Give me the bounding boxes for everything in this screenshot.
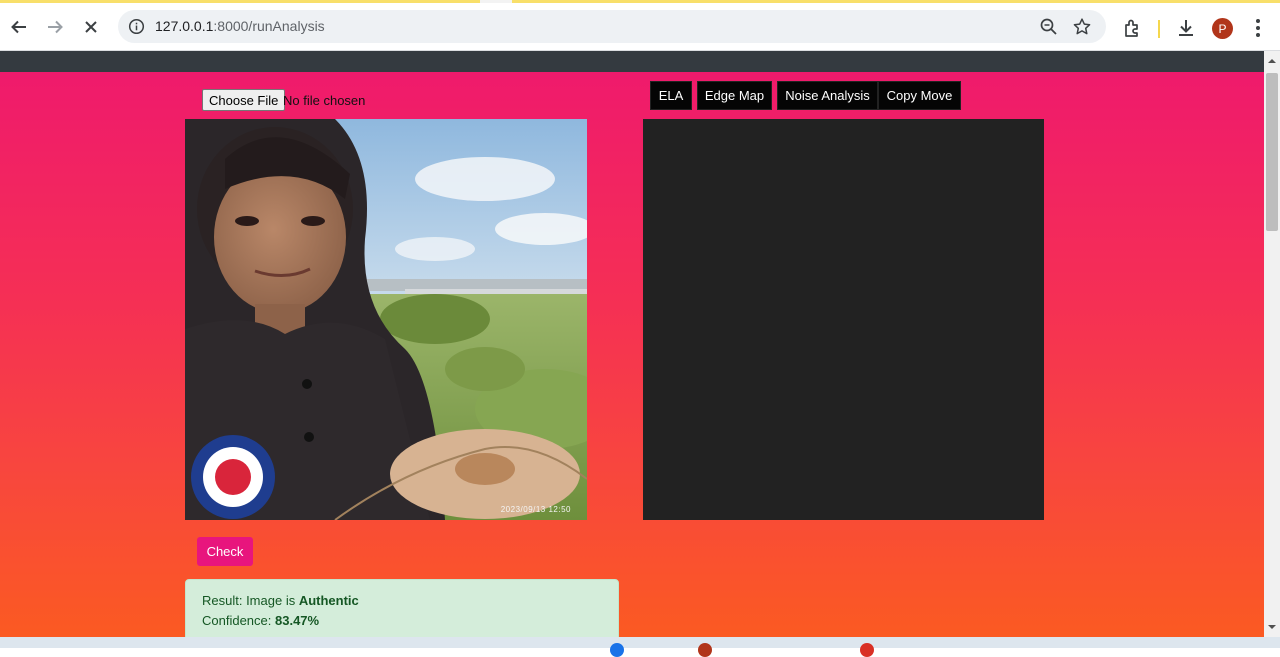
confidence-line: Confidence: 83.47%	[202, 611, 602, 631]
choose-file-button[interactable]: Choose File	[202, 89, 286, 111]
tab-edge-map[interactable]: Edge Map	[697, 81, 772, 110]
back-button[interactable]	[7, 15, 31, 39]
confidence-prefix: Confidence:	[202, 612, 275, 628]
extensions-icon[interactable]	[1122, 17, 1144, 39]
result-value: Authentic	[298, 593, 359, 608]
tab-copy-move[interactable]: Copy Move	[878, 81, 961, 110]
result-alert: Result: Image is Authentic Confidence: 8…	[185, 579, 619, 637]
top-navbar	[0, 51, 1264, 72]
taskbar-app-icon[interactable]	[610, 643, 624, 657]
check-button[interactable]: Check	[197, 537, 253, 566]
result-prefix: Result: Image is	[202, 593, 299, 608]
stop-loading-button[interactable]	[79, 15, 103, 39]
forward-button[interactable]	[43, 15, 67, 39]
url-path: :8000/runAnalysis	[213, 18, 325, 34]
taskbar-app-icon[interactable]	[860, 643, 874, 657]
page-viewport: Choose File No file chosen 2023/09/13 12…	[0, 51, 1264, 637]
os-taskbar	[0, 637, 1280, 657]
scroll-thumb[interactable]	[1266, 73, 1278, 231]
result-line: Result: Image is Authentic	[202, 591, 602, 611]
close-icon	[85, 21, 97, 33]
download-icon[interactable]	[1175, 17, 1197, 39]
scroll-down-icon[interactable]	[1268, 623, 1276, 631]
analysis-output-pane	[643, 119, 1044, 520]
file-status-text: No file chosen	[283, 93, 366, 108]
page-scrollbar[interactable]	[1264, 51, 1280, 637]
confidence-value: 83.47%	[275, 612, 320, 628]
scroll-up-icon[interactable]	[1268, 57, 1276, 65]
tab-ela[interactable]: ELA	[650, 81, 692, 110]
arrow-left-icon	[11, 20, 26, 34]
profile-avatar[interactable]: P	[1212, 18, 1233, 39]
browser-toolbar: 127.0.0.1:8000/runAnalysis P	[0, 3, 1280, 51]
url-host: 127.0.0.1	[155, 18, 214, 34]
star-icon[interactable]	[1072, 17, 1092, 37]
taskbar-app-icon[interactable]	[698, 643, 712, 657]
url-text[interactable]: 127.0.0.1:8000/runAnalysis	[155, 18, 325, 34]
more-menu-icon[interactable]	[1250, 17, 1266, 39]
tab-noise-analysis[interactable]: Noise Analysis	[777, 81, 878, 110]
zoom-icon[interactable]	[1039, 17, 1059, 37]
arrow-right-icon	[48, 20, 63, 34]
toolbar-separator	[1158, 20, 1160, 38]
photo-timestamp: 2023/09/13 12:50	[500, 505, 571, 514]
info-icon[interactable]	[128, 18, 145, 35]
selfie-illustration	[185, 119, 587, 520]
uploaded-photo: 2023/09/13 12:50	[185, 119, 587, 520]
address-bar[interactable]: 127.0.0.1:8000/runAnalysis	[118, 10, 1106, 43]
